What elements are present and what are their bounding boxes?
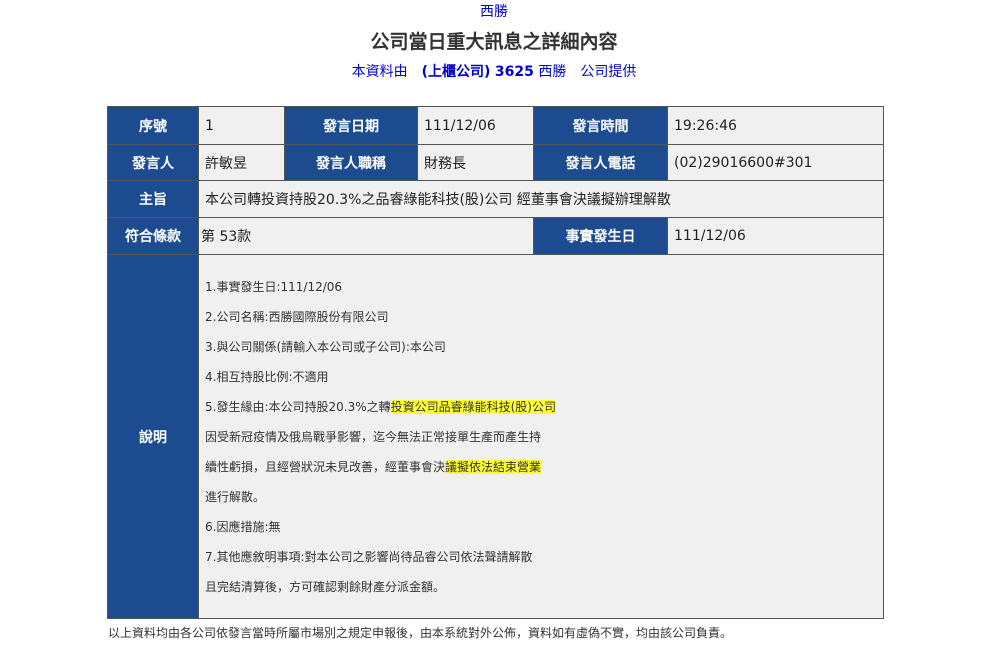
description-line: 2.公司名稱:西勝國際股份有限公司	[205, 309, 389, 324]
time-label: 發言時間	[533, 106, 668, 145]
announcement-table: 序號 1 發言日期 111/12/06 發言時間 19:26:46 發言人 許敏…	[107, 106, 884, 619]
time-value: 19:26:46	[667, 106, 884, 145]
highlighted-text: 議擬依法結束營業	[445, 459, 542, 474]
description-text: 續性虧損，且經營狀況未見改善，經董事會決	[205, 459, 446, 474]
page-title: 公司當日重大訊息之詳細內容	[370, 31, 618, 53]
phone-value: (02)29016600#301	[667, 144, 884, 181]
description-line: 7.其他應敘明事項:對本公司之影響尚待品睿公司依法聲請解散	[205, 549, 533, 564]
description-line: 4.相互持股比例:不適用	[205, 369, 329, 384]
table-row: 序號 1 發言日期 111/12/06 發言時間 19:26:46	[107, 106, 884, 145]
seq-label: 序號	[107, 106, 199, 145]
seq-value: 1	[198, 106, 285, 145]
table-row: 符合條款 第 53款 事實發生日 111/12/06	[107, 217, 884, 255]
description-line: 5.發生緣由:本公司持股20.3%之轉投資公司品睿綠能科技(股)公司	[205, 392, 877, 422]
provider-prefix: 本資料由	[351, 64, 422, 80]
provider-suffix: 公司提供	[566, 64, 637, 80]
provider-market: (上櫃公司)	[421, 64, 491, 80]
description-label: 說明	[107, 254, 199, 619]
date-label: 發言日期	[284, 106, 418, 145]
speaker-value: 許敏昱	[198, 144, 285, 181]
provider-code: 3625	[494, 64, 534, 80]
description-text: 5.發生緣由:本公司持股20.3%之轉	[205, 399, 391, 414]
phone-label: 發言人電話	[533, 144, 668, 181]
clause-value: 第 53款	[198, 217, 534, 255]
table-row: 主旨 本公司轉投資持股20.3%之品睿綠能科技(股)公司 經董事會決議擬辦理解散	[107, 180, 884, 218]
clause-label: 符合條款	[107, 217, 199, 255]
disclaimer-note: 以上資料均由各公司依發言當時所屬市場別之規定申報後，由本系統對外公佈，資料如有虛…	[108, 626, 733, 640]
date-value: 111/12/06	[417, 106, 534, 145]
description-line: 1.事實發生日:111/12/06	[205, 279, 343, 294]
provider-name: 西勝	[538, 64, 567, 80]
highlighted-text: 投資公司品睿綠能科技(股)公司	[390, 399, 556, 414]
event-date-label: 事實發生日	[533, 217, 668, 255]
event-date-value: 111/12/06	[667, 217, 884, 255]
company-name-link[interactable]: 西勝	[0, 3, 988, 21]
speaker-title-value: 財務長	[417, 144, 534, 181]
description-line: 進行解散。	[205, 489, 266, 504]
description-line: 6.因應措施:無	[205, 519, 281, 534]
description-line: 因受新冠疫情及俄烏戰爭影響，迄今無法正常接單生產而產生持	[205, 429, 542, 444]
description-line: 續性虧損，且經營狀況未見改善，經董事會決議擬依法結束營業	[205, 452, 877, 482]
table-row: 說明 1.事實發生日:111/12/06 2.公司名稱:西勝國際股份有限公司 3…	[107, 254, 884, 619]
subject-label: 主旨	[107, 180, 199, 218]
table-row: 發言人 許敏昱 發言人職稱 財務長 發言人電話 (02)29016600#301	[107, 144, 884, 181]
description-body: 1.事實發生日:111/12/06 2.公司名稱:西勝國際股份有限公司 3.與公…	[198, 254, 884, 619]
description-line: 且完結清算後，方可確認剩餘財產分派金額。	[205, 579, 446, 594]
speaker-label: 發言人	[107, 144, 199, 181]
provider-line: 本資料由 (上櫃公司) 3625 西勝 公司提供	[0, 62, 988, 82]
description-line: 3.與公司關係(請輸入本公司或子公司):本公司	[205, 339, 446, 354]
speaker-title-label: 發言人職稱	[284, 144, 418, 181]
subject-value: 本公司轉投資持股20.3%之品睿綠能科技(股)公司 經董事會決議擬辦理解散	[198, 180, 884, 218]
